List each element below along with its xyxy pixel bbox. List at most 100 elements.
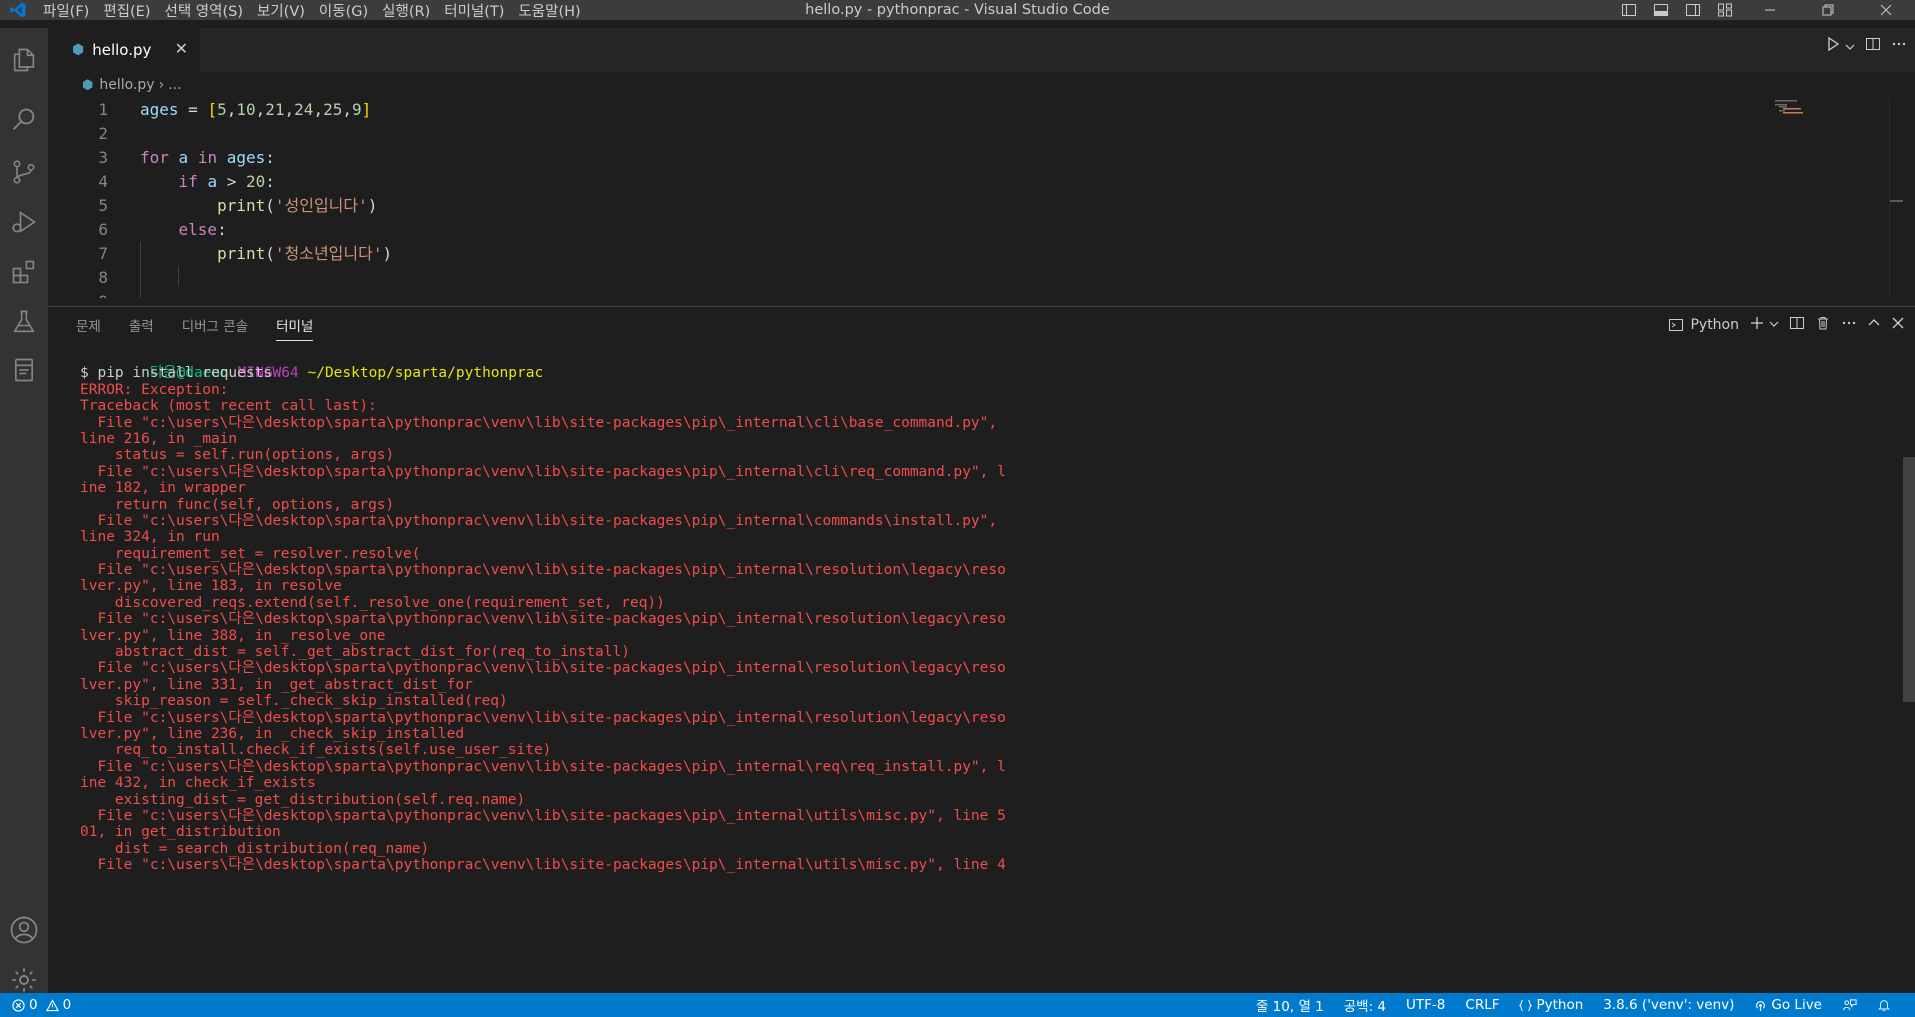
code-token: if bbox=[178, 172, 198, 191]
code-token: 24 bbox=[294, 100, 314, 119]
menu-bar: 파일(F) 편집(E) 선택 영역(S) 보기(V) 이동(G) 실행(R) 터… bbox=[36, 0, 588, 21]
terminal-line: File "c:\users\다은\desktop\sparta\pythonp… bbox=[80, 463, 1006, 480]
terminal-line: discovered_reqs.extend(self._resolve_one… bbox=[80, 594, 665, 611]
title-bar: 파일(F) 편집(E) 선택 영역(S) 보기(V) 이동(G) 실행(R) 터… bbox=[0, 0, 1915, 20]
indentation[interactable]: 공백: 4 bbox=[1334, 995, 1396, 1015]
warning-count: 0 bbox=[62, 997, 72, 1013]
file-encoding[interactable]: UTF-8 bbox=[1396, 997, 1455, 1013]
terminal-line: req_to_install.check_if_exists(self.use_… bbox=[80, 742, 552, 759]
terminal-line: File "c:\users\다은\desktop\sparta\pythonp… bbox=[80, 611, 1006, 628]
menu-file[interactable]: 파일(F) bbox=[36, 0, 96, 21]
terminal-line: dist = search_distribution(req_name) bbox=[80, 840, 430, 857]
code-token: print bbox=[217, 244, 266, 263]
restore-button[interactable] bbox=[1799, 0, 1857, 20]
menu-run[interactable]: 실행(R) bbox=[375, 0, 437, 21]
code-token: : bbox=[265, 172, 275, 191]
explorer-icon[interactable] bbox=[0, 36, 48, 84]
code-editor[interactable]: 1 ages = [5,10,21,24,25,9] 2 3 for a in ages… bbox=[48, 98, 1903, 298]
line-number: 1 bbox=[98, 100, 108, 119]
tab-debug-console[interactable]: 디버그 콘솔 bbox=[168, 307, 262, 347]
code-token: for bbox=[140, 148, 169, 167]
menu-selection[interactable]: 선택 영역(S) bbox=[158, 0, 251, 21]
toggle-primary-sidebar-icon[interactable] bbox=[1613, 0, 1645, 20]
menu-terminal[interactable]: 터미널(T) bbox=[437, 0, 511, 21]
minimize-button[interactable] bbox=[1741, 0, 1799, 20]
code-token: ) bbox=[382, 244, 393, 263]
terminal-line: requirement_set = resolver.resolve( bbox=[80, 545, 421, 562]
terminal-line: line 324, in run bbox=[80, 529, 220, 546]
breadcrumb-more[interactable]: ... bbox=[168, 77, 181, 93]
cursor-position[interactable]: 줄 10, 열 1 bbox=[1246, 995, 1334, 1015]
more-panel-actions-icon[interactable] bbox=[1841, 315, 1857, 335]
code-token: , bbox=[313, 100, 324, 119]
extensions-icon[interactable] bbox=[0, 248, 48, 296]
language-label: Python bbox=[1536, 997, 1584, 1013]
tab-hello-py[interactable]: ⬢ hello.py ✕ bbox=[48, 28, 200, 72]
warning-icon bbox=[45, 998, 59, 1011]
toggle-secondary-sidebar-icon[interactable] bbox=[1677, 0, 1709, 20]
toggle-panel-icon[interactable] bbox=[1645, 0, 1677, 20]
split-editor-icon[interactable] bbox=[1865, 36, 1881, 56]
line-number: 7 bbox=[98, 244, 108, 263]
notifications-bell-icon[interactable] bbox=[1867, 998, 1901, 1012]
breadcrumb: ⬢ hello.py › ... bbox=[48, 72, 1915, 98]
testing-icon[interactable] bbox=[0, 298, 48, 346]
split-terminal-icon[interactable] bbox=[1789, 315, 1805, 335]
breadcrumb-file[interactable]: hello.py bbox=[99, 77, 154, 93]
tab-problems[interactable]: 문제 bbox=[62, 307, 115, 347]
run-python-file-icon[interactable] bbox=[1825, 36, 1841, 56]
terminal-line: lver.py", line 236, in _check_skip_insta… bbox=[80, 725, 465, 742]
terminal-line: File "c:\users\다은\desktop\sparta\pythonp… bbox=[80, 414, 998, 431]
code-token: a bbox=[178, 148, 189, 167]
menu-view[interactable]: 보기(V) bbox=[250, 0, 312, 21]
code-token: '청소년입니다' bbox=[274, 244, 383, 263]
terminal-selector[interactable]: Python bbox=[1668, 317, 1739, 333]
code-token: in bbox=[197, 148, 218, 167]
close-window-button[interactable] bbox=[1857, 0, 1915, 20]
editor-scrollbar[interactable] bbox=[1889, 98, 1903, 298]
line-ending[interactable]: CRLF bbox=[1455, 997, 1509, 1013]
minimap[interactable] bbox=[1775, 98, 1815, 118]
terminal-line: ERROR: Exception: bbox=[80, 381, 229, 398]
menu-help[interactable]: 도움말(H) bbox=[511, 0, 587, 21]
menu-go[interactable]: 이동(G) bbox=[312, 0, 375, 21]
code-token: 21 bbox=[265, 100, 285, 119]
code-token: ] bbox=[361, 100, 372, 119]
run-dropdown-chevron-icon[interactable] bbox=[1845, 37, 1855, 56]
terminal-line: ine 432, in check_if_exists bbox=[80, 775, 316, 792]
tab-output[interactable]: 출력 bbox=[115, 307, 168, 347]
code-token: 5 bbox=[217, 100, 227, 119]
terminal-line: File "c:\users\다은\desktop\sparta\pythonp… bbox=[80, 562, 1006, 579]
terminal-scrollbar-thumb[interactable] bbox=[1903, 457, 1915, 702]
problems-status[interactable]: 0 0 bbox=[12, 997, 71, 1013]
code-text: print('청소년입니다') bbox=[140, 242, 392, 266]
new-terminal-icon[interactable] bbox=[1749, 315, 1765, 335]
search-icon[interactable] bbox=[0, 96, 48, 144]
terminal-line: lver.py", line 388, in _resolve_one bbox=[80, 627, 386, 644]
customize-layout-icon[interactable] bbox=[1709, 0, 1741, 20]
more-actions-icon[interactable] bbox=[1891, 36, 1907, 56]
python-interpreter[interactable]: 3.8.6 ('venv': venv) bbox=[1593, 997, 1744, 1013]
language-mode[interactable]: Python bbox=[1509, 997, 1593, 1013]
close-tab-icon[interactable]: ✕ bbox=[175, 39, 188, 58]
run-debug-icon[interactable] bbox=[0, 198, 48, 246]
terminal-output[interactable]: 다은@daeun MINGW64 ~/Desktop/sparta/python… bbox=[80, 349, 1901, 993]
tab-terminal[interactable]: 터미널 bbox=[262, 307, 327, 347]
account-icon[interactable] bbox=[0, 906, 48, 954]
source-control-icon[interactable] bbox=[0, 148, 48, 196]
kill-terminal-trash-icon[interactable] bbox=[1815, 315, 1831, 335]
indent-guide bbox=[140, 242, 141, 298]
code-token: else bbox=[178, 220, 218, 239]
remote-icon[interactable] bbox=[0, 346, 48, 394]
terminal-dropdown-chevron-icon[interactable] bbox=[1769, 317, 1779, 333]
go-live-button[interactable]: Go Live bbox=[1744, 997, 1832, 1013]
code-token: ( bbox=[265, 244, 275, 263]
menu-edit[interactable]: 편집(E) bbox=[96, 0, 157, 21]
feedback-icon[interactable] bbox=[1832, 998, 1867, 1013]
maximize-panel-chevron-up-icon[interactable] bbox=[1867, 316, 1881, 334]
close-panel-icon[interactable] bbox=[1891, 316, 1905, 334]
